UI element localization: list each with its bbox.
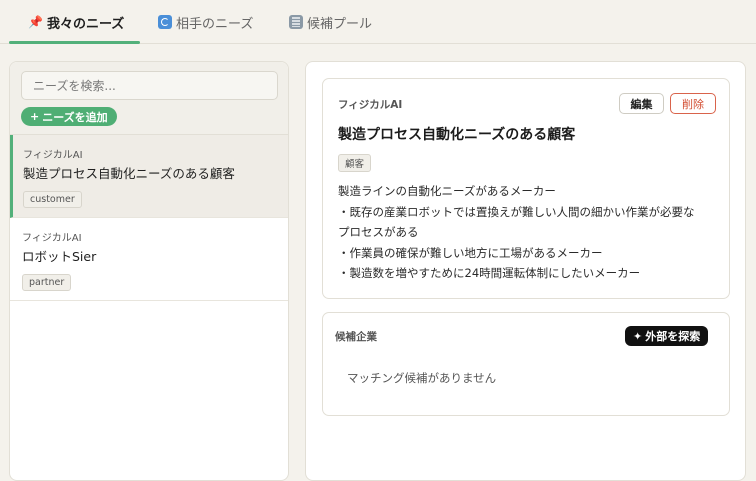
empty-state-text: マッチング候補がありません [347, 371, 497, 385]
plus-icon: + [30, 110, 40, 123]
detail-category: フィジカルAI [338, 99, 403, 111]
explore-external-button[interactable]: ✦ 外部を探索 [625, 326, 709, 346]
search-input[interactable] [21, 71, 278, 100]
item-category: フィジカルAI [23, 150, 83, 161]
description-line: プロセスがある [338, 225, 419, 239]
description-line: ・製造数を増やすために24時間運転体制にしたいメーカー [338, 266, 641, 280]
candidate-companies-card: 候補企業 ✦ 外部を探索 マッチング候補がありません [322, 312, 730, 416]
sparkle-icon: ✦ [633, 329, 643, 343]
refresh-icon [158, 15, 172, 29]
detail-description: 製造ラインの自動化ニーズがあるメーカー ・既存の産業ロボットでは置換えが難しい人… [338, 181, 723, 284]
pushpin-icon: 📌 [28, 15, 43, 29]
list-item[interactable]: フィジカルAI 製造プロセス自動化ニーズのある顧客 customer [10, 135, 288, 218]
tab-label: 相手のニーズ [176, 16, 254, 32]
item-tag: customer [23, 191, 82, 208]
item-title: ロボットSier [22, 249, 97, 264]
active-tab-indicator [9, 41, 140, 44]
tab-bar: 📌 我々のニーズ 相手のニーズ 候補プール [0, 0, 756, 44]
detail-panel: フィジカルAI 編集 削除 製造プロセス自動化ニーズのある顧客 顧客 製造ライン… [305, 61, 746, 481]
need-detail-card: フィジカルAI 編集 削除 製造プロセス自動化ニーズのある顧客 顧客 製造ライン… [322, 78, 730, 299]
tab-label: 候補プール [307, 16, 373, 32]
list-header: + ニーズを追加 [10, 62, 288, 135]
description-line: ・既存の産業ロボットでは置換えが難しい人間の細かい作業が必要な [338, 204, 695, 219]
candidates-title: 候補企業 [335, 331, 377, 343]
tab-our-needs[interactable]: 📌 我々のニーズ [28, 0, 124, 44]
list-item[interactable]: フィジカルAI ロボットSier partner [10, 218, 288, 301]
item-category: フィジカルAI [22, 233, 82, 244]
item-title: 製造プロセス自動化ニーズのある顧客 [23, 166, 235, 181]
detail-tag: 顧客 [338, 154, 372, 172]
edit-button[interactable]: 編集 [619, 93, 664, 114]
delete-button[interactable]: 削除 [670, 93, 716, 114]
item-tag: partner [22, 274, 72, 291]
explore-label: 外部を探索 [645, 330, 701, 343]
add-need-label: ニーズを追加 [42, 110, 108, 124]
description-line: ・作業員の確保が難しい地方に工場があるメーカー [338, 245, 603, 260]
needs-list-panel: + ニーズを追加 フィジカルAI 製造プロセス自動化ニーズのある顧客 custo… [9, 61, 289, 481]
tab-candidate-pool[interactable]: 候補プール [289, 0, 372, 44]
detail-title: 製造プロセス自動化ニーズのある顧客 [338, 127, 576, 143]
tab-label: 我々のニーズ [46, 16, 125, 32]
building-icon [289, 15, 303, 29]
description-line: 製造ラインの自動化ニーズがあるメーカー [338, 184, 556, 198]
add-need-button[interactable]: + ニーズを追加 [21, 107, 117, 126]
tab-partner-needs[interactable]: 相手のニーズ [158, 0, 253, 44]
